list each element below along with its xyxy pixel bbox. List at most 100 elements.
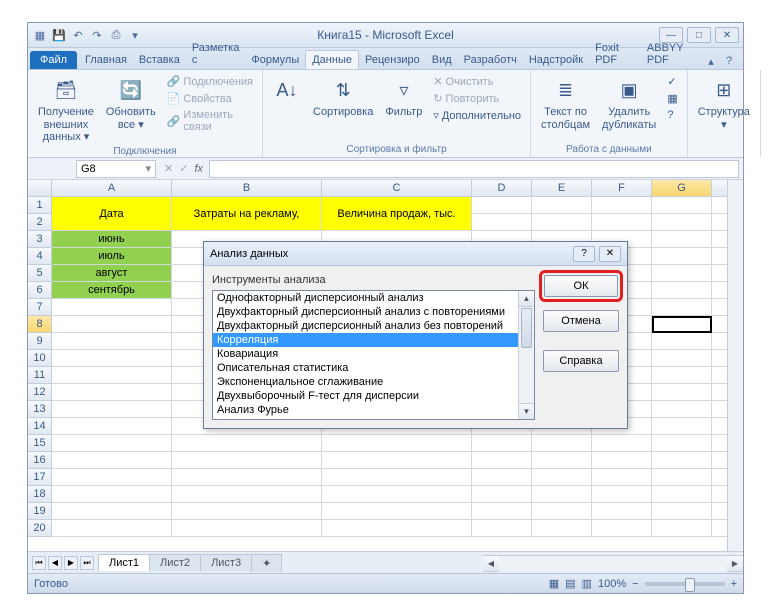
zoom-slider[interactable] bbox=[645, 582, 725, 586]
list-item[interactable]: Однофакторный дисперсионный анализ bbox=[213, 291, 534, 305]
help-button[interactable]: Справка bbox=[543, 350, 619, 372]
tab-home[interactable]: Главная bbox=[79, 51, 133, 69]
cell[interactable] bbox=[172, 452, 322, 469]
column-header[interactable]: C bbox=[322, 180, 472, 197]
zoom-in-button[interactable]: + bbox=[731, 578, 737, 590]
sheet-nav-last[interactable]: ⏭ bbox=[80, 556, 94, 570]
row-header[interactable]: 14 bbox=[28, 418, 52, 435]
zoom-level[interactable]: 100% bbox=[598, 578, 626, 590]
get-external-data-button[interactable]: 🗃 Получение внешних данных ▾ bbox=[34, 74, 98, 146]
sheet-tab-2[interactable]: Лист2 bbox=[149, 554, 201, 571]
list-item[interactable]: Двухвыборочный F-тест для дисперсии bbox=[213, 389, 534, 403]
cell[interactable] bbox=[592, 469, 652, 486]
row-header[interactable]: 16 bbox=[28, 452, 52, 469]
formula-input[interactable] bbox=[209, 160, 739, 178]
fx-cancel-icon[interactable]: ✕ bbox=[164, 162, 173, 175]
row-header[interactable]: 5 bbox=[28, 265, 52, 282]
print-icon[interactable]: ⎙ bbox=[108, 27, 124, 43]
view-normal-icon[interactable]: ▦ bbox=[549, 577, 559, 590]
cell[interactable] bbox=[472, 469, 532, 486]
cell[interactable] bbox=[652, 282, 712, 299]
cell[interactable] bbox=[52, 418, 172, 435]
cell[interactable]: Величина продаж, тыс. bbox=[322, 197, 472, 231]
row-header[interactable]: 7 bbox=[28, 299, 52, 316]
cell[interactable] bbox=[652, 401, 712, 418]
sheet-nav-next[interactable]: ▶ bbox=[64, 556, 78, 570]
cell[interactable] bbox=[322, 486, 472, 503]
tab-view[interactable]: Вид bbox=[426, 51, 458, 69]
fx-enter-icon[interactable]: ✓ bbox=[179, 162, 188, 175]
dialog-help-button[interactable]: ? bbox=[573, 246, 595, 262]
cell[interactable] bbox=[52, 469, 172, 486]
cell[interactable] bbox=[172, 486, 322, 503]
cell[interactable]: Затраты на рекламу, bbox=[172, 197, 322, 231]
cell[interactable]: июль bbox=[52, 248, 172, 265]
list-item[interactable]: Описательная статистика bbox=[213, 361, 534, 375]
view-page-break-icon[interactable]: ▥ bbox=[582, 577, 592, 590]
refresh-all-button[interactable]: 🔄 Обновить все ▾ bbox=[102, 74, 160, 133]
list-item[interactable]: Корреляция bbox=[213, 333, 534, 347]
row-header[interactable]: 10 bbox=[28, 350, 52, 367]
cell[interactable] bbox=[532, 503, 592, 520]
cell[interactable] bbox=[592, 503, 652, 520]
cell[interactable] bbox=[652, 503, 712, 520]
cell[interactable]: август bbox=[52, 265, 172, 282]
cell[interactable] bbox=[652, 214, 712, 231]
sheet-tab-1[interactable]: Лист1 bbox=[98, 554, 150, 571]
cell[interactable] bbox=[652, 299, 712, 316]
analysis-tools-listbox[interactable]: Однофакторный дисперсионный анализДвухфа… bbox=[212, 290, 535, 420]
cell[interactable] bbox=[652, 248, 712, 265]
cell[interactable] bbox=[322, 469, 472, 486]
minimize-ribbon-icon[interactable]: ▴ bbox=[703, 53, 719, 69]
cell[interactable] bbox=[52, 452, 172, 469]
row-header[interactable]: 13 bbox=[28, 401, 52, 418]
cell[interactable] bbox=[52, 503, 172, 520]
dialog-titlebar[interactable]: Анализ данных ? ✕ bbox=[204, 242, 627, 266]
cell[interactable]: Дата bbox=[52, 197, 172, 231]
row-header[interactable]: 9 bbox=[28, 333, 52, 350]
row-header[interactable]: 4 bbox=[28, 248, 52, 265]
tab-addins[interactable]: Надстройк bbox=[523, 51, 589, 69]
cell[interactable] bbox=[322, 435, 472, 452]
cell[interactable] bbox=[652, 418, 712, 435]
reapply-filter-button[interactable]: ↻Повторить bbox=[430, 91, 524, 106]
tab-foxit[interactable]: Foxit PDF bbox=[589, 39, 641, 69]
cell[interactable] bbox=[52, 486, 172, 503]
sort-button[interactable]: ⇅ Сортировка bbox=[309, 74, 377, 121]
list-item[interactable]: Анализ Фурье bbox=[213, 403, 534, 417]
cell[interactable] bbox=[592, 486, 652, 503]
cell[interactable] bbox=[172, 520, 322, 537]
cell[interactable] bbox=[592, 214, 652, 231]
sheet-tab-3[interactable]: Лист3 bbox=[200, 554, 252, 571]
column-header[interactable]: D bbox=[472, 180, 532, 197]
tab-insert[interactable]: Вставка bbox=[133, 51, 186, 69]
cell[interactable] bbox=[472, 486, 532, 503]
zoom-out-button[interactable]: − bbox=[632, 578, 638, 590]
cell[interactable] bbox=[472, 452, 532, 469]
cell[interactable] bbox=[532, 435, 592, 452]
cell[interactable] bbox=[652, 520, 712, 537]
cell[interactable] bbox=[52, 299, 172, 316]
cell[interactable] bbox=[322, 503, 472, 520]
dialog-close-button[interactable]: ✕ bbox=[599, 246, 621, 262]
row-header[interactable]: 18 bbox=[28, 486, 52, 503]
cell[interactable] bbox=[172, 503, 322, 520]
cell[interactable] bbox=[322, 520, 472, 537]
cell[interactable] bbox=[172, 435, 322, 452]
column-header[interactable]: B bbox=[172, 180, 322, 197]
cell[interactable] bbox=[532, 197, 592, 214]
tab-formulas[interactable]: Формулы bbox=[245, 51, 305, 69]
view-page-layout-icon[interactable]: ▤ bbox=[565, 577, 575, 590]
sheet-nav-first[interactable]: ⏮ bbox=[32, 556, 46, 570]
row-header[interactable]: 3 bbox=[28, 231, 52, 248]
cell[interactable] bbox=[472, 435, 532, 452]
file-tab[interactable]: Файл bbox=[30, 51, 77, 69]
list-item[interactable]: Гистограмма bbox=[213, 417, 534, 420]
cell[interactable] bbox=[652, 486, 712, 503]
column-header[interactable]: G bbox=[652, 180, 712, 197]
cell[interactable] bbox=[472, 503, 532, 520]
cell[interactable] bbox=[52, 401, 172, 418]
cell[interactable] bbox=[652, 316, 712, 333]
cell[interactable] bbox=[472, 520, 532, 537]
whatif-button[interactable]: ? bbox=[664, 108, 680, 122]
